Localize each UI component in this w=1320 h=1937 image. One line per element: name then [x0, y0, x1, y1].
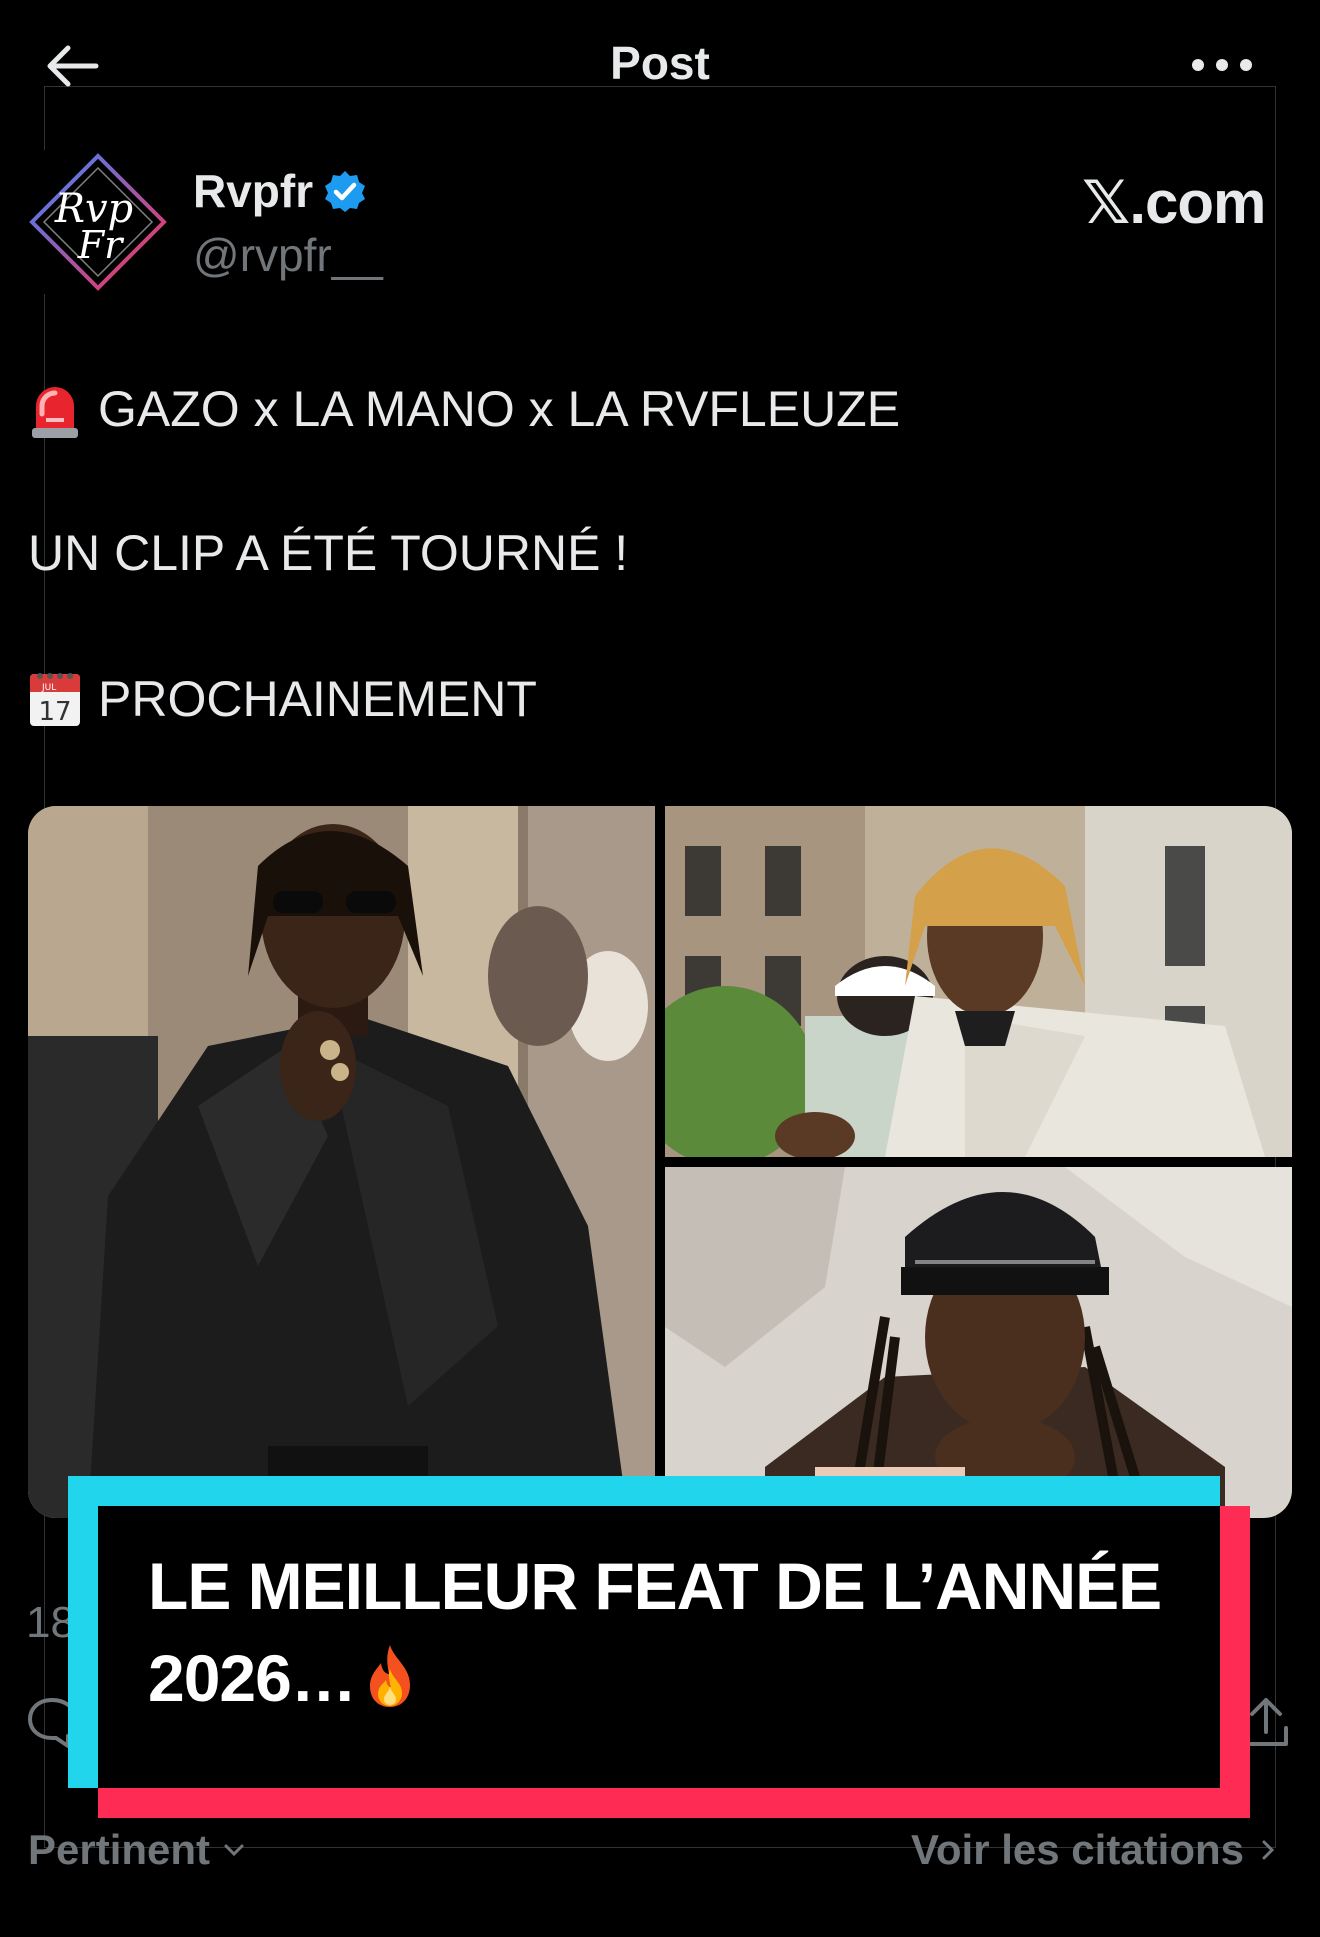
calendar-day: 17: [38, 697, 71, 727]
banner-line-2-row: 2026…: [148, 1632, 1172, 1724]
media-grid: [28, 806, 1292, 1518]
calendar-icon: JUL 17: [30, 673, 80, 727]
more-options-icon[interactable]: [1190, 55, 1254, 75]
verified-badge-icon: [325, 171, 366, 212]
sort-label: Pertinent: [28, 1826, 211, 1873]
author-name[interactable]: Rvpfr: [193, 164, 313, 218]
tweet-line-3: PROCHAINEMENT: [98, 671, 537, 727]
banner-line-2: 2026…: [148, 1641, 357, 1715]
view-quotes-link[interactable]: Voir les citations: [911, 1826, 1280, 1874]
fire-icon: [369, 1645, 410, 1707]
photo-bottom-right[interactable]: [665, 1167, 1292, 1518]
chevron-right-icon: [1262, 1840, 1275, 1860]
banner-panel: LE MEILLEUR FEAT DE L’ANNÉE 2026…: [98, 1506, 1220, 1788]
rotating-light-icon: [32, 387, 78, 438]
site-watermark: 𝕏.com: [1082, 168, 1266, 238]
sort-dropdown[interactable]: Pertinent: [28, 1826, 246, 1874]
author-handle[interactable]: @rvpfr__: [193, 228, 383, 282]
site-label: .com: [1129, 169, 1266, 236]
x-logo-icon: 𝕏: [1082, 168, 1130, 238]
calendar-month: JUL: [41, 683, 56, 693]
svg-text:Fr: Fr: [77, 223, 125, 267]
tweet-line-1: GAZO x LA MANO x LA RVFLEUZE: [98, 381, 901, 437]
photo-left[interactable]: [28, 806, 655, 1518]
banner-line-1: LE MEILLEUR FEAT DE L’ANNÉE: [148, 1549, 1162, 1623]
avatar[interactable]: Rvp Fr: [26, 150, 170, 294]
photo-top-right[interactable]: [665, 806, 1292, 1157]
quotes-label: Voir les citations: [911, 1826, 1244, 1873]
page-title: Post: [610, 37, 710, 89]
tweet-line-2: UN CLIP A ÉTÉ TOURNÉ !: [28, 525, 629, 581]
overlay-banner: LE MEILLEUR FEAT DE L’ANNÉE 2026…: [68, 1476, 1250, 1818]
chevron-down-icon: [224, 1844, 244, 1857]
